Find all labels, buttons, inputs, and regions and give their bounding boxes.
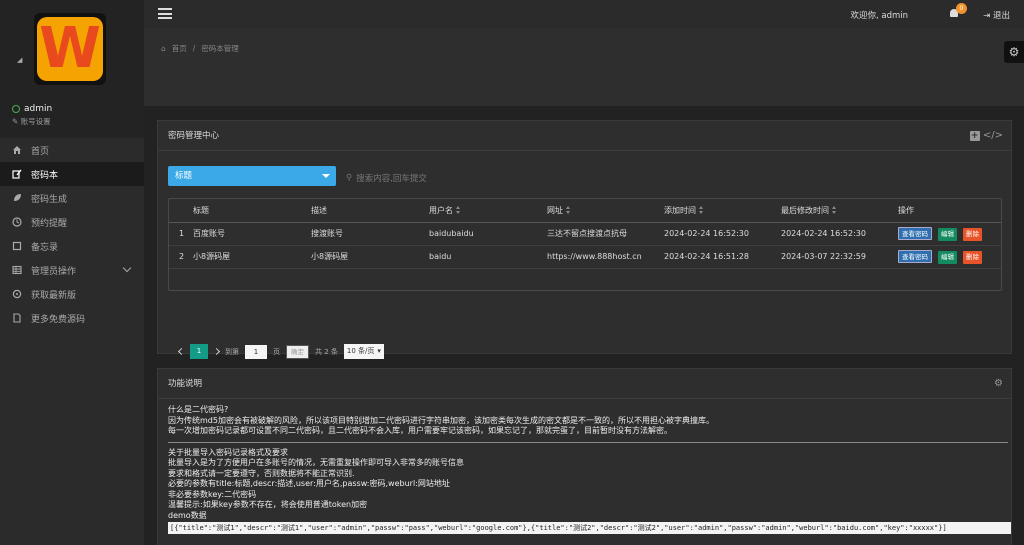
search-field-select[interactable]: 标题: [168, 166, 336, 186]
breadcrumb-current: 密码本管理: [201, 44, 239, 53]
table-icon: [12, 265, 22, 275]
table-row: 2 小8源码屋 小8源码屋 baidu https://www.888host.…: [169, 245, 1001, 268]
table-header-row: 标题 描述 用户名 网址 添加时间 最后修改时间 操作: [169, 199, 1001, 222]
col-actions: 操作: [898, 205, 914, 215]
current-page-button[interactable]: 1: [190, 344, 208, 359]
col-descr: 描述: [311, 205, 327, 215]
help-line: 关于批量导入密码记录格式及要求: [168, 447, 288, 457]
dropdown-arrow-icon: [322, 174, 330, 178]
col-url[interactable]: 网址: [547, 199, 664, 222]
search-input[interactable]: ⚲ 搜索内容,回车提交: [346, 172, 427, 184]
breadcrumb-home[interactable]: 首页: [172, 43, 187, 54]
sidebar-item-home[interactable]: 首页: [0, 138, 144, 162]
pagination: 1 到第 1 页 确定 共 2 条 10 条/页 ▾: [177, 344, 384, 359]
logo-letter: W: [39, 16, 101, 81]
sidebar-item-admin[interactable]: 管理员操作: [0, 258, 144, 282]
edit-button[interactable]: 编辑: [938, 250, 957, 264]
goto-confirm-button[interactable]: 确定: [286, 344, 309, 359]
help-line: demo数据: [168, 510, 207, 520]
prev-page-icon[interactable]: [177, 347, 186, 356]
page-size-select[interactable]: 10 条/页 ▾: [343, 344, 384, 359]
divider: [168, 441, 1008, 443]
sort-icon: [699, 206, 704, 215]
chevron-down-icon: ▾: [377, 347, 381, 355]
home-icon: [13, 146, 21, 154]
table-row: 1 百度账号 搜渡账号 baidubaidu 三达不留点搜渡点抗母 2024-0…: [169, 222, 1001, 245]
sidebar-nav: 首页 密码本 密码生成 预约提醒 备忘录 管理员操作 获取最新版 更多免费源码: [0, 138, 144, 330]
view-password-button[interactable]: 查看密码: [898, 249, 932, 263]
help-panel: 功能说明 ⚙ 什么是二代密码? 因为传统md5加密会有被破解的风险，所以该项目特…: [157, 368, 1012, 545]
help-line: 温馨提示:如果key参数不存在，将会使用普通token加密: [168, 500, 368, 509]
total-count: 共 2 条: [315, 347, 338, 356]
breadcrumb-bar: ⌂ 首页 / 密码本管理 ⚙: [144, 28, 1024, 106]
sidebar-header: W ◢ admin ✎ 账号设置: [0, 0, 144, 138]
help-line: 必要的参数有title:标题,descr:描述,user:用户名,passw:密…: [168, 479, 450, 488]
caret-icon: ◢: [17, 56, 23, 64]
gear-icon[interactable]: ⚙: [1004, 41, 1024, 63]
online-status-icon: [12, 105, 20, 113]
file-icon: [13, 313, 21, 323]
chevron-down-icon: [122, 263, 132, 273]
account-settings-link[interactable]: ✎ 账号设置: [12, 116, 52, 127]
leaf-icon: [14, 194, 21, 201]
help-line: 什么是二代密码?: [168, 405, 229, 414]
panel-title: 密码管理中心: [168, 131, 220, 141]
sidebar-item-more-source[interactable]: 更多免费源码: [0, 306, 144, 330]
help-line: 批量导入是为了方便用户在多账号的情况，无需重复操作即可导入非常多的账号信息: [168, 458, 464, 467]
notification-badge: 0: [956, 3, 967, 14]
col-modified-time[interactable]: 最后修改时间: [781, 199, 898, 222]
main-content: ⌂ 首页 / 密码本管理 ⚙ 密码管理中心 + </> 标题 ⚲ 搜索内容,回车提…: [144, 28, 1024, 545]
refresh-icon: [12, 289, 22, 299]
demo-data-code: [{"title":"测试1","descr":"测试1","user":"ad…: [168, 522, 1011, 534]
help-line: 要求和格式请一定要遵守，否则数据将不能正常识别.: [168, 468, 355, 478]
next-page-icon[interactable]: [212, 347, 221, 356]
sort-icon: [832, 206, 837, 215]
sidebar-item-password-book[interactable]: 密码本: [0, 162, 144, 186]
breadcrumb: ⌂ 首页 / 密码本管理: [161, 43, 239, 54]
welcome-text: 欢迎你, admin: [850, 11, 908, 21]
code-icon[interactable]: </>: [983, 130, 1003, 141]
sidebar-item-password-generate[interactable]: 密码生成: [0, 186, 144, 210]
topbar: 欢迎你, admin 0 ⇥ 退出: [144, 0, 1024, 28]
breadcrumb-separator: /: [192, 44, 196, 53]
col-username[interactable]: 用户名: [429, 199, 547, 222]
delete-button[interactable]: 删除: [963, 250, 982, 264]
site-logo[interactable]: W: [34, 13, 106, 85]
col-title: 标题: [193, 205, 209, 215]
clock-icon: [12, 217, 22, 227]
goto-label: 到第: [225, 347, 239, 356]
logout-link[interactable]: ⇥ 退出: [983, 9, 1010, 21]
col-added-time[interactable]: 添加时间: [664, 199, 781, 222]
page-unit: 页: [273, 347, 280, 356]
help-line: 非必要参数key:二代密码: [168, 489, 257, 499]
sort-icon: [566, 206, 571, 215]
goto-page-input[interactable]: 1: [245, 344, 267, 359]
edit-icon: [12, 169, 22, 179]
delete-button[interactable]: 删除: [963, 227, 982, 241]
password-table: 标题 描述 用户名 网址 添加时间 最后修改时间 操作 1 百度账号 搜渡账号: [168, 198, 1002, 359]
help-line: 每一次增加密码记录都可设置不同二代密码，且二代密码不会入库，用户需要牢记该密码，…: [168, 426, 672, 435]
sort-icon: [456, 206, 461, 215]
sidebar-item-latest[interactable]: 获取最新版: [0, 282, 144, 306]
search-icon: ⚲: [346, 173, 353, 183]
home-icon: ⌂: [161, 44, 166, 53]
edit-button[interactable]: 编辑: [938, 227, 957, 241]
view-password-button[interactable]: 查看密码: [898, 226, 932, 240]
password-panel: 密码管理中心 + </> 标题 ⚲ 搜索内容,回车提交 标题 描述 用户名 网址 …: [157, 120, 1012, 359]
help-line: 因为传统md5加密会有被破解的风险，所以该项目特别增加二代密码进行字符串加密，该…: [168, 415, 714, 425]
gear-icon[interactable]: ⚙: [994, 369, 1003, 399]
menu-toggle-icon[interactable]: [158, 8, 172, 19]
panel-title: 功能说明: [168, 379, 203, 389]
sidebar-item-reminder[interactable]: 预约提醒: [0, 210, 144, 234]
user-box: admin ✎ 账号设置: [12, 104, 52, 127]
note-icon: [12, 241, 22, 251]
panel-header: 密码管理中心 + </>: [158, 121, 1011, 151]
user-name: admin: [24, 104, 53, 114]
bell-icon[interactable]: 0: [948, 3, 967, 20]
add-icon[interactable]: +: [969, 131, 980, 141]
panel-header: 功能说明 ⚙: [158, 369, 1011, 399]
help-content: 什么是二代密码? 因为传统md5加密会有被破解的风险，所以该项目特别增加二代密码…: [168, 405, 1011, 534]
sidebar: W ◢ admin ✎ 账号设置 首页 密码本 密码生成 预约提醒 备忘录 管理…: [0, 0, 144, 545]
sidebar-item-memo[interactable]: 备忘录: [0, 234, 144, 258]
